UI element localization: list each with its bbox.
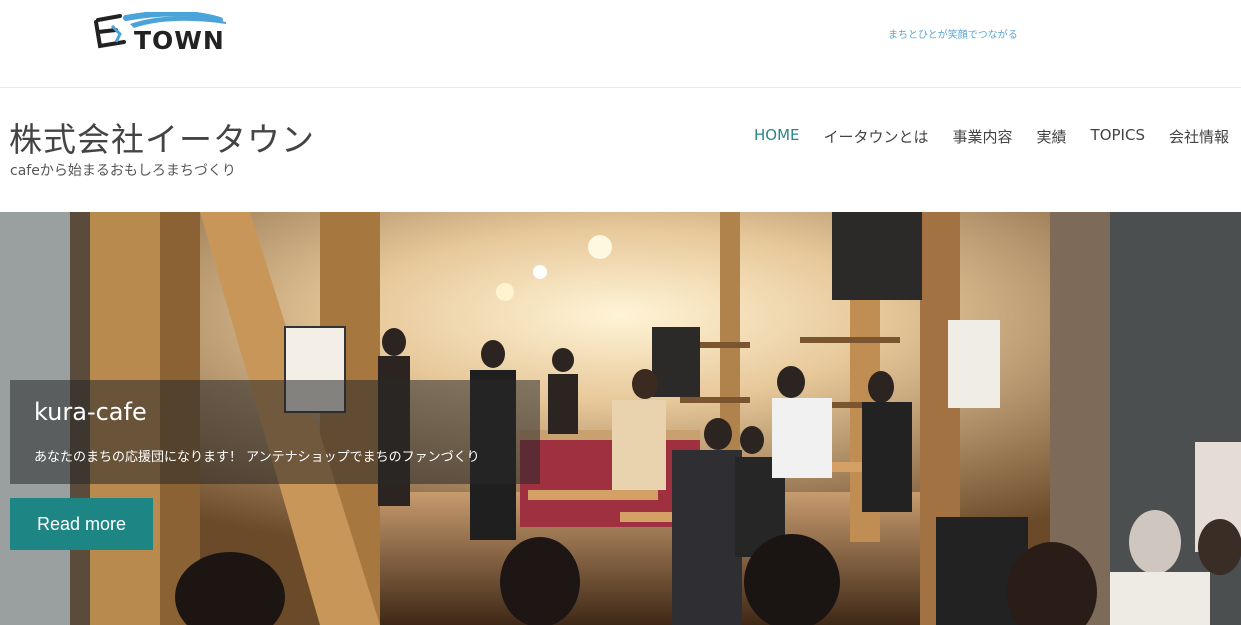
slide-text: あなたのまちの応援団になります！ アンテナショップでまちのファンづくり: [34, 450, 480, 465]
top-bar: TOWN まちとひとが笑顔でつながる: [0, 0, 1241, 88]
nav-item-company[interactable]: 会社情報: [1169, 126, 1229, 147]
slide-title: kura-cafe: [34, 398, 147, 426]
nav-item-home[interactable]: HOME: [754, 126, 800, 147]
main-nav: HOME イータウンとは 事業内容 実績 TOPICS 会社情報: [754, 126, 1229, 147]
site-title[interactable]: 株式会社イータウン: [9, 113, 315, 161]
slide-caption: kura-cafe あなたのまちの応援団になります！ アンテナショップでまちのフ…: [10, 380, 540, 484]
site-header: 株式会社イータウン cafeから始まるおもしろまちづくり HOME イータウンと…: [0, 89, 1241, 212]
nav-item-business[interactable]: 事業内容: [953, 126, 1013, 147]
nav-item-topics[interactable]: TOPICS: [1091, 126, 1145, 147]
hero-slider: kura-cafe あなたのまちの応援団になります！ アンテナショップでまちのフ…: [0, 212, 1241, 625]
top-tagline: まちとひとが笑顔でつながる: [888, 30, 1018, 41]
nav-item-results[interactable]: 実績: [1037, 126, 1067, 147]
nav-item-about[interactable]: イータウンとは: [824, 126, 929, 147]
site-description: cafeから始まるおもしろまちづくり: [10, 163, 236, 179]
logo-text: TOWN: [134, 26, 225, 55]
site-logo[interactable]: TOWN: [90, 10, 230, 56]
read-more-button[interactable]: Read more: [10, 498, 153, 550]
